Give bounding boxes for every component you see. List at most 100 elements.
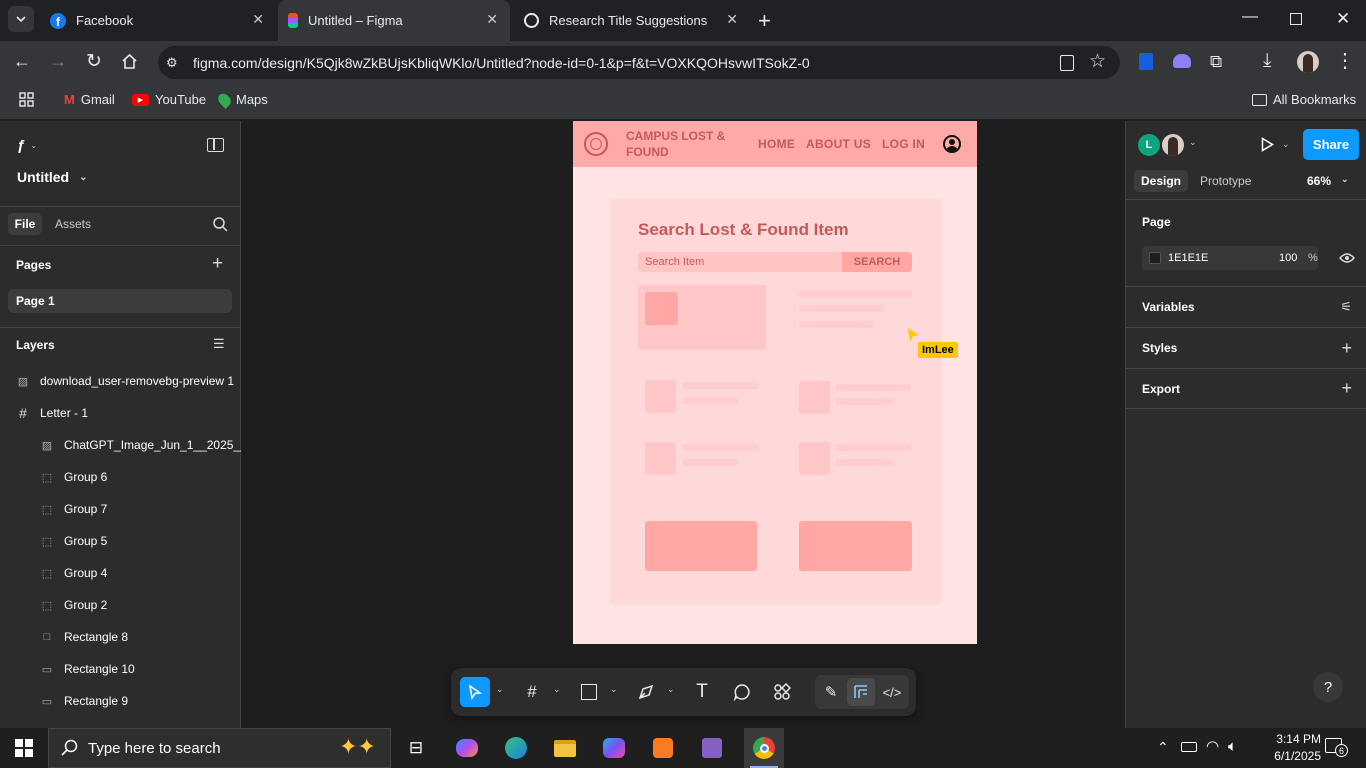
tab-assets[interactable]: Assets bbox=[55, 217, 91, 231]
new-tab-button[interactable]: + bbox=[758, 8, 771, 34]
home-button[interactable] bbox=[121, 53, 138, 74]
present-button[interactable]: ⌄ bbox=[1261, 137, 1290, 152]
battery-icon[interactable] bbox=[1181, 742, 1197, 752]
tab-search-dropdown[interactable] bbox=[8, 6, 34, 32]
pen-tool-button[interactable] bbox=[632, 678, 660, 706]
downloads-icon[interactable]: ⤓ bbox=[1263, 50, 1271, 72]
chevron-down-icon[interactable]: ⌄ bbox=[667, 684, 675, 695]
add-export-icon[interactable]: + bbox=[1341, 378, 1352, 399]
extensions-puzzle-icon[interactable]: ⧉ bbox=[1210, 52, 1222, 72]
nav-about-us[interactable]: ABOUT US bbox=[806, 137, 871, 151]
collapse-layers-icon[interactable]: ☰ bbox=[213, 336, 225, 352]
reload-button[interactable]: ↻ bbox=[86, 50, 102, 73]
user-avatar-icon[interactable] bbox=[943, 135, 961, 153]
layer-item[interactable]: ⬚ Group 6 bbox=[40, 461, 108, 493]
extension-bitwarden-icon[interactable] bbox=[1139, 53, 1153, 70]
bookmark-youtube[interactable]: ▶ YouTube bbox=[132, 92, 206, 107]
avatar-l[interactable]: L bbox=[1138, 134, 1160, 156]
avatar-user[interactable] bbox=[1162, 134, 1184, 156]
task-view-icon[interactable]: ⊟ bbox=[400, 734, 432, 762]
wifi-icon[interactable]: ◠ bbox=[1206, 737, 1219, 755]
all-bookmarks[interactable]: All Bookmarks bbox=[1252, 92, 1356, 107]
search-input[interactable]: Search Item bbox=[638, 252, 842, 272]
tab-file[interactable]: File bbox=[8, 213, 42, 235]
layer-item[interactable]: ⬚ Group 7 bbox=[40, 493, 108, 525]
minimize-button[interactable]: — bbox=[1242, 8, 1258, 26]
volume-icon[interactable]: 🔈︎ bbox=[1228, 738, 1237, 755]
layer-item[interactable]: ▨ download_user-removebg-preview 1 bbox=[16, 365, 234, 397]
action-button-right[interactable] bbox=[799, 521, 912, 571]
share-button[interactable]: Share bbox=[1303, 129, 1359, 160]
layer-item[interactable]: ▨ ChatGPT_Image_Jun_1__2025__02 bbox=[40, 429, 260, 461]
variables-section[interactable]: Variables ⚟ bbox=[1126, 286, 1366, 327]
notification-center[interactable]: 6 bbox=[1325, 738, 1348, 757]
rectangle-tool-button[interactable] bbox=[575, 678, 603, 706]
layer-item[interactable]: ▭ Rectangle 9 bbox=[40, 685, 128, 717]
action-button-left[interactable] bbox=[645, 521, 757, 571]
m365-icon[interactable] bbox=[598, 734, 630, 762]
add-page-icon[interactable]: + bbox=[212, 253, 223, 275]
comment-tool-button[interactable] bbox=[728, 678, 756, 706]
chevron-down-icon[interactable]: ⌄ bbox=[553, 684, 561, 695]
layer-item[interactable]: ⬚ Group 4 bbox=[40, 557, 108, 589]
layer-item[interactable]: ⬚ Group 5 bbox=[40, 525, 108, 557]
bookmark-star-icon[interactable]: ☆ bbox=[1089, 50, 1106, 73]
actions-button[interactable] bbox=[768, 678, 796, 706]
chevron-down-icon[interactable]: ⌄ bbox=[610, 684, 618, 695]
page-fill-field[interactable]: 1E1E1E 100 % bbox=[1142, 246, 1318, 270]
apps-grid-icon[interactable] bbox=[19, 92, 34, 107]
layer-item[interactable]: # Letter - 1 bbox=[16, 397, 88, 429]
design-header[interactable]: CAMPUS LOST & FOUND HOME ABOUT US LOG IN bbox=[573, 121, 977, 167]
close-icon[interactable]: ✕ bbox=[252, 11, 264, 28]
tab-facebook[interactable]: f Facebook ✕ bbox=[40, 0, 276, 41]
page-color-value[interactable]: 1E1E1E bbox=[1168, 252, 1208, 264]
search-layers-icon[interactable] bbox=[213, 217, 228, 237]
visual-studio-icon[interactable] bbox=[696, 734, 728, 762]
visibility-eye-icon[interactable] bbox=[1339, 251, 1355, 269]
close-window-button[interactable]: ✕ bbox=[1336, 9, 1350, 29]
profile-avatar[interactable] bbox=[1297, 51, 1319, 73]
chevron-down-icon[interactable]: ⌄ bbox=[496, 684, 504, 695]
zoom-menu[interactable]: 66% ⌄ bbox=[1307, 174, 1349, 188]
export-section[interactable]: Export + bbox=[1126, 368, 1366, 409]
browser-menu-icon[interactable]: ⋮ bbox=[1335, 49, 1355, 73]
layer-item[interactable]: ▭ Rectangle 10 bbox=[40, 653, 135, 685]
url-bar[interactable]: ⚙ figma.com/design/K5Qjk8wZkBUjsKbliqWKl… bbox=[158, 46, 1120, 79]
bookmark-maps[interactable]: Maps bbox=[215, 90, 268, 109]
chevron-down-icon[interactable]: ⌄ bbox=[1189, 137, 1197, 148]
frame-tool-button[interactable]: # bbox=[518, 678, 546, 706]
dev-mode-button[interactable]: </> bbox=[878, 678, 906, 706]
text-tool-button[interactable]: T bbox=[688, 678, 716, 706]
color-swatch[interactable] bbox=[1149, 252, 1161, 264]
design-mode-button[interactable] bbox=[847, 678, 875, 706]
forward-button[interactable]: → bbox=[49, 51, 67, 72]
nav-log-in[interactable]: LOG IN bbox=[882, 137, 925, 151]
file-explorer-icon[interactable] bbox=[549, 734, 581, 762]
nav-home[interactable]: HOME bbox=[758, 137, 795, 151]
chrome-icon[interactable] bbox=[744, 728, 784, 768]
copilot-icon[interactable] bbox=[451, 734, 483, 762]
bookmark-gmail[interactable]: M Gmail bbox=[64, 92, 115, 107]
tab-research[interactable]: Research Title Suggestions ✕ bbox=[514, 0, 750, 41]
variables-settings-icon[interactable]: ⚟ bbox=[1340, 299, 1352, 315]
start-button[interactable] bbox=[8, 734, 40, 762]
page-item-1[interactable]: Page 1 bbox=[8, 289, 232, 313]
design-frame-letter-1[interactable]: CAMPUS LOST & FOUND HOME ABOUT US LOG IN… bbox=[573, 121, 977, 644]
taskbar-search-box[interactable]: Type here to search ✦✦ bbox=[48, 728, 391, 768]
clipboard-icon[interactable] bbox=[1060, 55, 1074, 71]
draw-mode-button[interactable]: ✎ bbox=[817, 678, 845, 706]
site-settings-icon[interactable]: ⚙ bbox=[166, 55, 182, 71]
styles-section[interactable]: Styles + bbox=[1126, 327, 1366, 368]
back-button[interactable]: ← bbox=[13, 51, 31, 72]
layer-item[interactable]: □ Rectangle 8 bbox=[40, 621, 128, 653]
close-icon[interactable]: ✕ bbox=[726, 11, 738, 28]
tab-prototype[interactable]: Prototype bbox=[1200, 174, 1251, 188]
layer-item[interactable]: ⬚ Group 2 bbox=[40, 589, 108, 621]
close-icon[interactable]: ✕ bbox=[486, 11, 498, 28]
figma-main-menu[interactable]: ƒ ⌄ bbox=[17, 137, 37, 154]
show-hidden-icons[interactable]: ⌃ bbox=[1157, 739, 1169, 756]
edge-icon[interactable] bbox=[500, 734, 532, 762]
move-tool-button[interactable] bbox=[460, 677, 490, 707]
add-style-icon[interactable]: + bbox=[1341, 338, 1352, 359]
extension-ghost-icon[interactable] bbox=[1173, 54, 1191, 68]
